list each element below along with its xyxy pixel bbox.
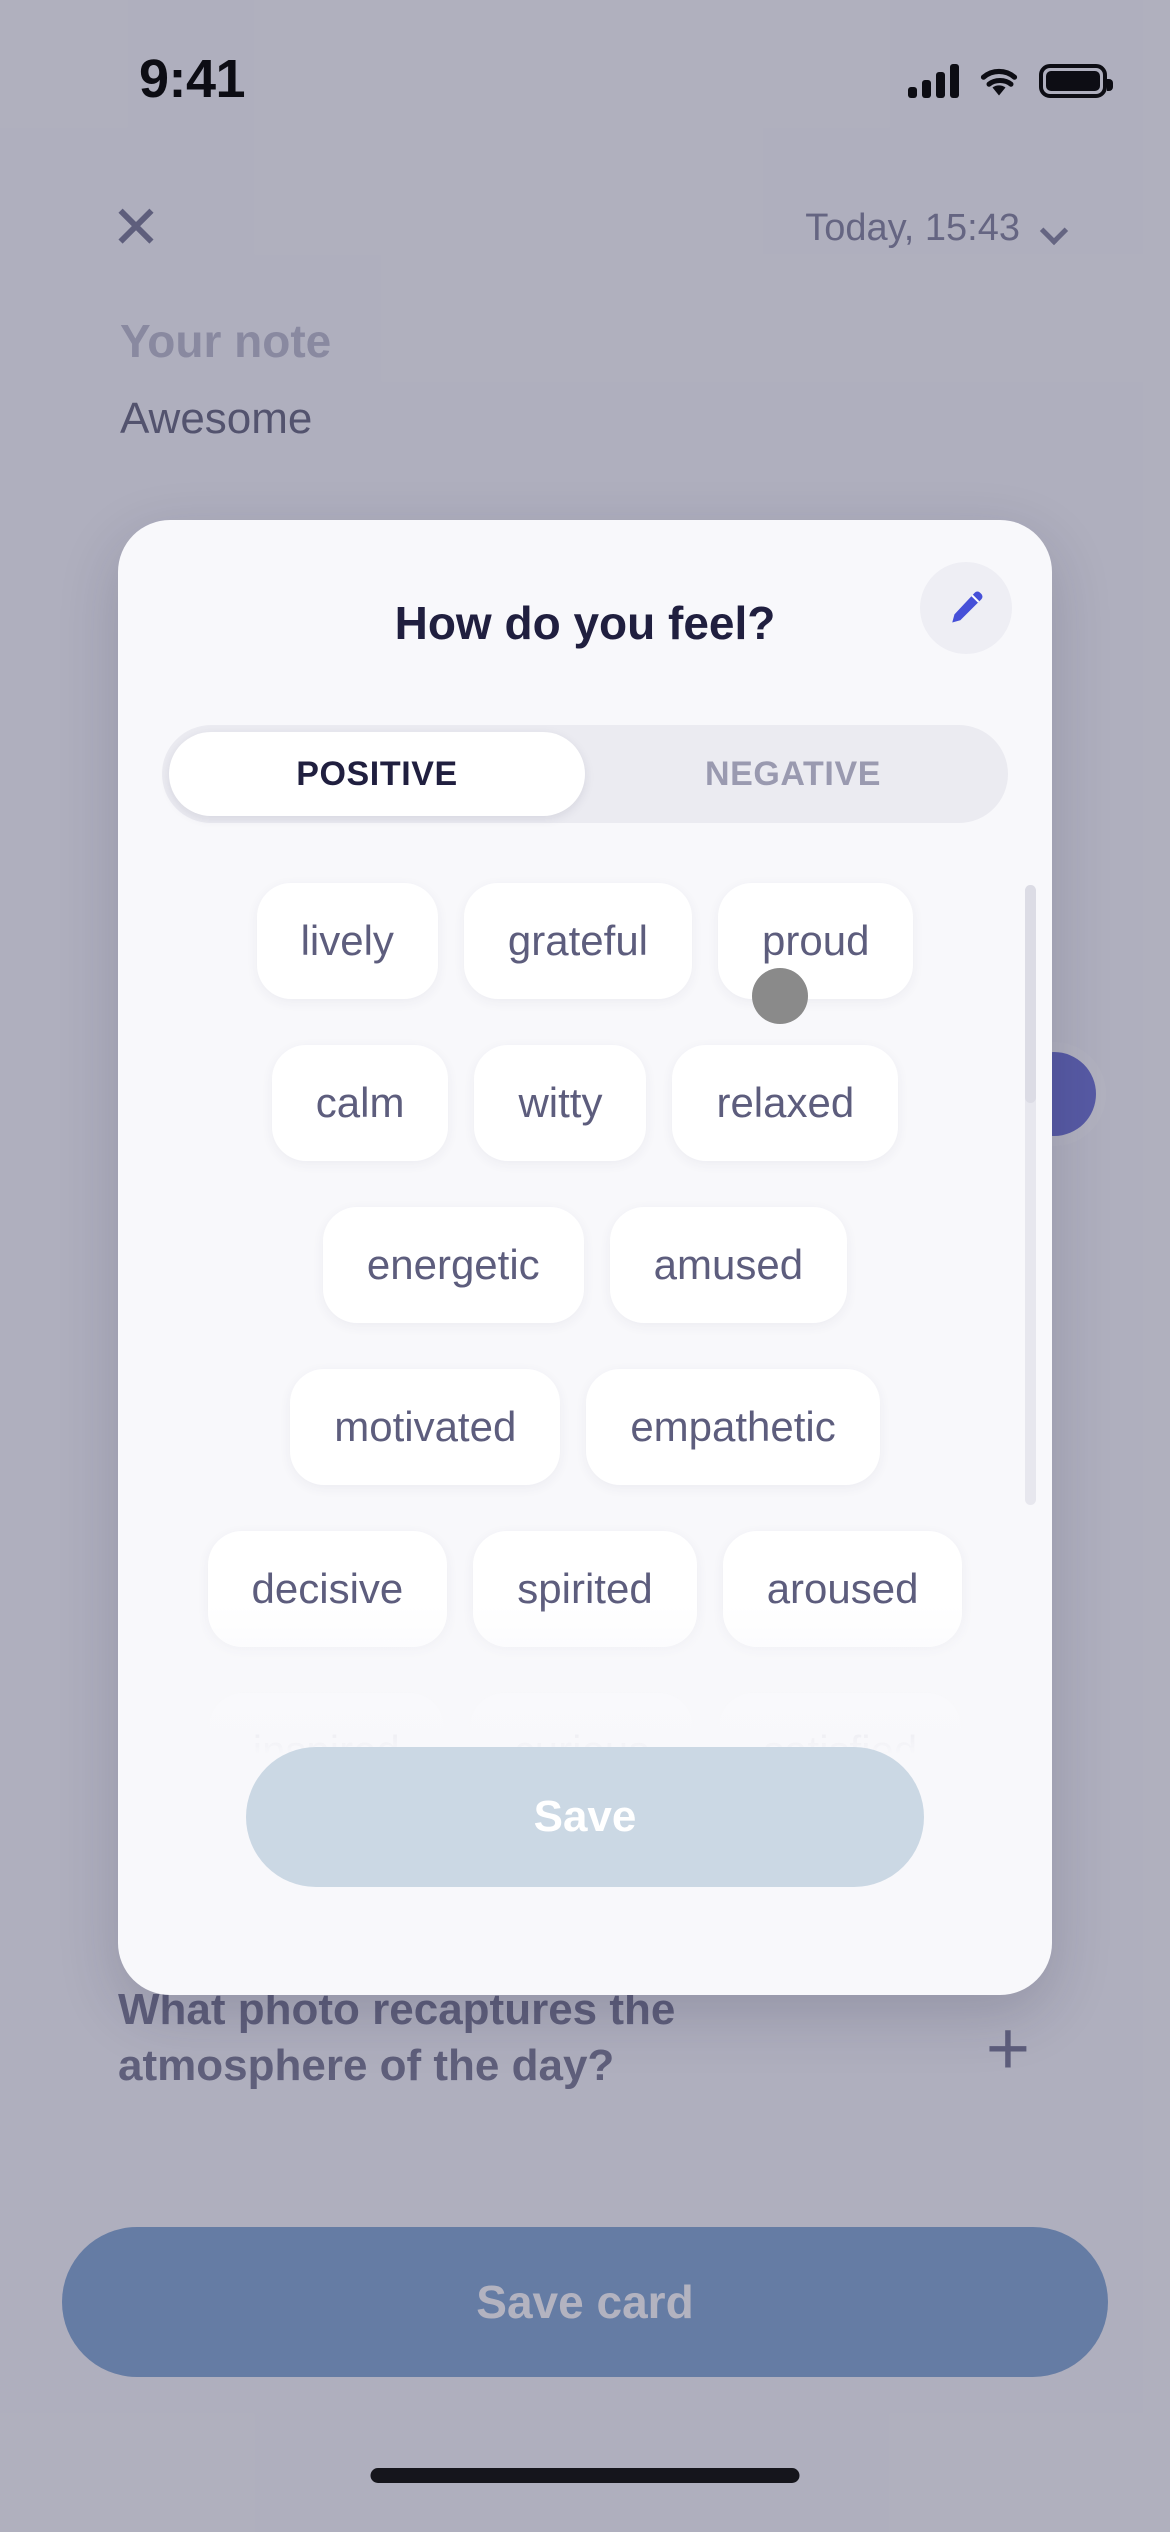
scrollbar[interactable]	[1025, 885, 1036, 1505]
edit-button[interactable]	[920, 562, 1012, 654]
emotion-chip-spirited[interactable]: spirited	[473, 1531, 697, 1647]
tab-positive[interactable]: POSITIVE	[169, 732, 585, 816]
emotion-chip-decisive[interactable]: decisive	[207, 1531, 448, 1647]
emotion-chip-calm[interactable]: calm	[271, 1045, 449, 1161]
emotion-chip-amused[interactable]: amused	[609, 1207, 848, 1323]
emotion-chip-grateful[interactable]: grateful	[463, 883, 693, 999]
scrollbar-thumb[interactable]	[1025, 885, 1036, 1103]
emotion-chip-empathetic[interactable]: empathetic	[586, 1369, 880, 1485]
emotion-chip-proud[interactable]: proud	[718, 883, 914, 999]
emotion-chip-row: motivated empathetic	[118, 1361, 1052, 1493]
home-indicator	[370, 2468, 800, 2483]
emotion-chip-row: inspired curious satisfied	[118, 1685, 1052, 1755]
emotion-chip-inspired[interactable]: inspired	[208, 1693, 444, 1755]
sentiment-tabs: POSITIVE NEGATIVE	[162, 725, 1008, 823]
emotion-chip-lively[interactable]: lively	[256, 883, 438, 999]
emotion-chip-motivated[interactable]: motivated	[290, 1369, 561, 1485]
tab-negative[interactable]: NEGATIVE	[585, 732, 1001, 816]
emotion-chip-aroused[interactable]: aroused	[722, 1531, 963, 1647]
emotion-chip-relaxed[interactable]: relaxed	[672, 1045, 899, 1161]
mouse-cursor	[752, 968, 808, 1024]
save-button[interactable]: Save	[246, 1747, 924, 1887]
emotion-chip-row: calm witty relaxed	[118, 1037, 1052, 1169]
pencil-icon	[944, 586, 988, 630]
emotion-chip-satisfied[interactable]: satisfied	[719, 1693, 962, 1755]
emotion-chip-list[interactable]: lively grateful proud calm witty relaxed energ…	[118, 875, 1052, 1755]
emotion-chip-curious[interactable]: curious	[469, 1693, 694, 1755]
emotion-chip-row: energetic amused	[118, 1199, 1052, 1331]
emotion-picker-modal: How do you feel? POSITIVE NEGATIVE livel…	[118, 520, 1052, 1995]
emotion-chip-row: lively grateful proud	[118, 875, 1052, 1007]
emotion-chip-energetic[interactable]: energetic	[322, 1207, 584, 1323]
emotion-chip-row: decisive spirited aroused	[118, 1523, 1052, 1655]
modal-title: How do you feel?	[394, 597, 776, 649]
emotion-chip-witty[interactable]: witty	[474, 1045, 647, 1161]
phone-screen: ✕ Today, 15:43 Your note Awesome What ph…	[0, 0, 1170, 2532]
